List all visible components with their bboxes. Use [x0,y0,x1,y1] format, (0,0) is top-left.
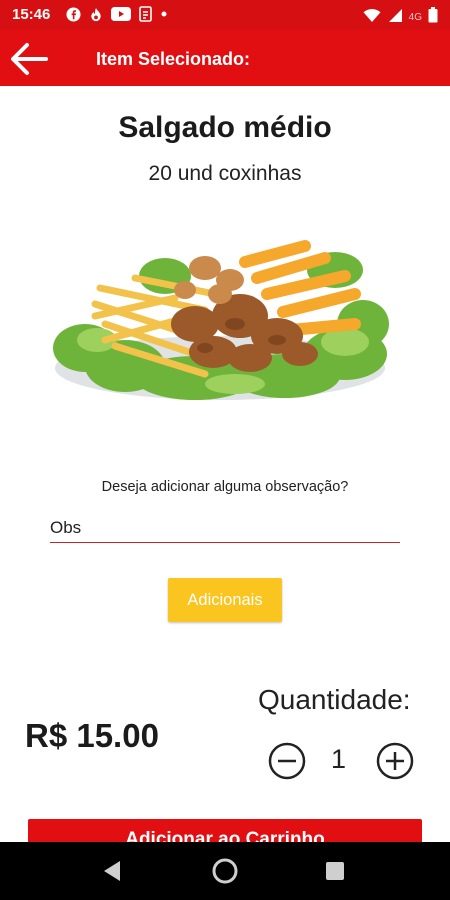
network-type: 4G [408,12,422,23]
nav-back-icon[interactable] [100,858,126,884]
back-button[interactable] [8,40,50,78]
status-bar: 15:46 4G [0,0,450,30]
quantity-value: 1 [331,744,347,774]
item-name: Salgado médio [118,111,332,144]
youtube-icon [111,7,131,21]
signal-icon [387,8,403,28]
document-icon [139,6,152,22]
app-bar: Item Selecionado: [0,30,450,86]
battery-icon [428,7,438,28]
quantity-decrease-button[interactable] [268,742,306,780]
system-nav-bar [0,842,450,900]
nav-recents-icon[interactable] [324,860,346,882]
minus-circle-icon [268,742,306,784]
addons-button[interactable]: Adicionais [168,578,282,622]
item-price: R$ 15.00 [25,717,159,754]
observation-question: Deseja adicionar alguma observação? [101,479,349,495]
plus-circle-icon [376,742,414,784]
observation-input[interactable] [50,514,400,543]
notification-icons [66,6,168,22]
item-description: 20 und coxinhas [148,162,302,185]
page-title: Item Selecionado: [96,49,251,69]
quantity-label: Quantidade: [258,684,411,715]
dot-icon [160,10,168,18]
arrow-left-icon [8,43,50,82]
wifi-icon [363,8,381,28]
quantity-increase-button[interactable] [376,742,414,780]
facebook-icon [66,6,81,22]
fire-icon [89,7,103,22]
food-image [45,228,395,418]
nav-home-icon[interactable] [211,857,239,885]
system-status-icons: 4G [363,7,438,28]
status-time: 15:46 [12,6,51,23]
